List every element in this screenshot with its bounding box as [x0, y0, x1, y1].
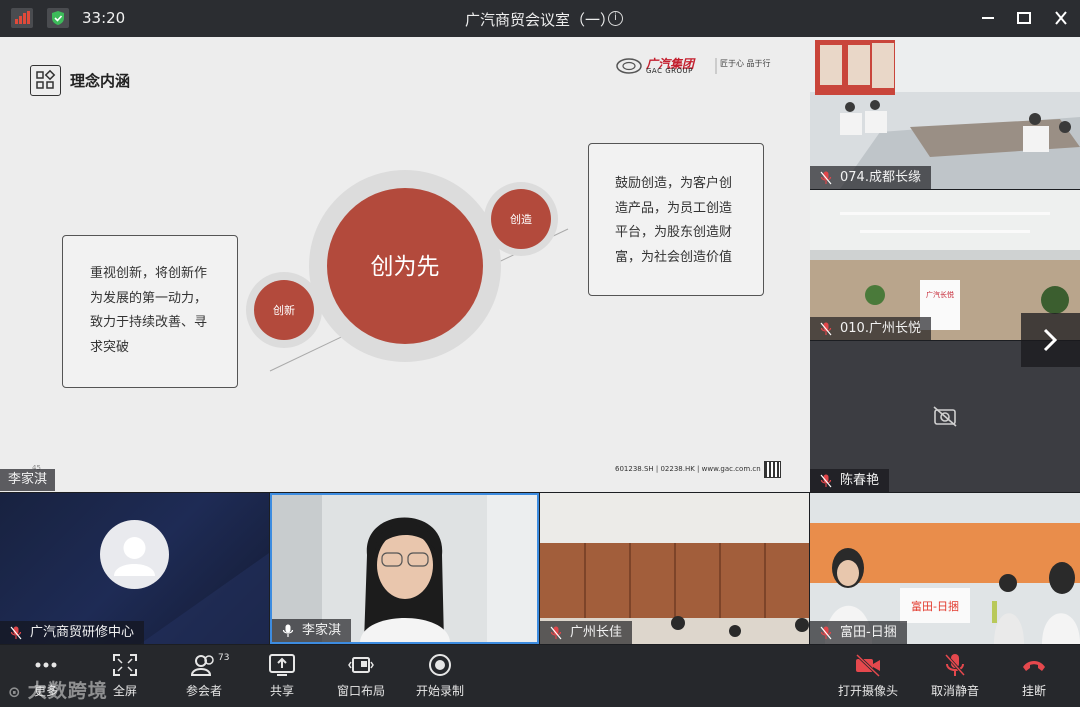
- unmute-label: 取消静音: [930, 684, 979, 698]
- window-layout-icon: [348, 657, 374, 673]
- participant-name-tag: 广汽商贸研修中心: [0, 621, 145, 644]
- watermark: ⊙ 大数跨境: [8, 680, 108, 702]
- participant-name: 010.广州长悦: [840, 321, 921, 336]
- info-icon[interactable]: i: [608, 11, 623, 26]
- share-button[interactable]: 共享: [242, 645, 322, 707]
- qr-code-icon: [764, 461, 781, 478]
- participants-button[interactable]: 参会者: [164, 645, 244, 707]
- mic-active-icon: [282, 624, 294, 637]
- participant-name-tag: 010.广州长悦: [810, 317, 931, 340]
- center-circle-label: 创为先: [371, 254, 440, 280]
- participants-icon: [191, 655, 214, 676]
- avatar: [100, 520, 169, 589]
- participants-label: 参会者: [185, 684, 222, 698]
- video-tile[interactable]: 广汽商贸研修中心: [0, 493, 269, 644]
- hangup-button[interactable]: 挂断: [994, 645, 1074, 707]
- watermark-text: 大数跨境: [27, 680, 108, 702]
- layout-label: 窗口布局: [336, 684, 385, 698]
- mic-muted-icon: [944, 653, 966, 677]
- participant-name: 李家淇: [302, 623, 342, 638]
- maximize-button[interactable]: [1013, 8, 1035, 28]
- video-tile[interactable]: 074.成都长缘: [810, 37, 1080, 189]
- participant-name: 074.成都长缘: [840, 170, 921, 185]
- mic-muted-icon: [10, 626, 22, 640]
- participant-name: 广州长佳: [570, 625, 623, 640]
- participant-name-tag: 富田-日捆: [810, 621, 907, 644]
- participants-count: 73: [218, 653, 230, 663]
- shared-screen[interactable]: 理念内涵 广汽集团 GAC GROUP 匠于心 品于行 创为先 创新 创造 重视…: [0, 37, 810, 492]
- close-button[interactable]: [1050, 8, 1072, 28]
- mic-muted-icon: [820, 322, 832, 336]
- camera-toggle-button[interactable]: 打开摄像头: [828, 645, 908, 707]
- record-label: 开始录制: [415, 684, 464, 698]
- participant-name-tag: 陈春艳: [810, 469, 890, 492]
- mic-muted-icon: [820, 626, 832, 640]
- next-page-button[interactable]: [1021, 313, 1080, 367]
- record-icon: [429, 654, 451, 676]
- minimize-button[interactable]: [977, 8, 999, 28]
- participant-name-tag: 074.成都长缘: [810, 166, 931, 189]
- right-circle-label: 创造: [510, 212, 532, 226]
- share-screen-icon: [269, 654, 295, 676]
- record-button[interactable]: 开始录制: [400, 645, 480, 707]
- mic-muted-icon: [820, 171, 832, 185]
- more-dots-icon: [35, 662, 57, 668]
- innovation-textbox: 重视创新，将创新作为发展的第一动力，致力于持续改善、寻求突破: [62, 235, 238, 388]
- camera-off-icon: [933, 406, 957, 427]
- video-tile-active-speaker[interactable]: 李家淇: [270, 493, 539, 644]
- meeting-title: 广汽商贸会议室（一）: [464, 11, 615, 29]
- meeting-window: 33:20 广汽商贸会议室（一） i 理念内涵 广汽集团 GAC GROUP 匠…: [0, 0, 1080, 707]
- participant-name: 广汽商贸研修中心: [30, 625, 135, 640]
- participant-name-tag: 广州长佳: [540, 621, 633, 644]
- mic-muted-icon: [550, 626, 562, 640]
- camera-off-icon: [855, 653, 881, 677]
- participant-name: 陈春艳: [840, 473, 880, 488]
- svg-text:广汽长悦: 广汽长悦: [926, 290, 954, 299]
- participant-name: 富田-日捆: [840, 625, 897, 640]
- participant-name-tag: 李家淇: [272, 619, 352, 642]
- hangup-label: 挂断: [1021, 684, 1046, 698]
- hangup-phone-icon: [1023, 661, 1045, 671]
- title-bar: 33:20 广汽商贸会议室（一） i: [0, 0, 1080, 37]
- share-label: 共享: [269, 684, 294, 698]
- svg-text:富田-日捆: 富田-日捆: [911, 599, 959, 613]
- mic-muted-icon: [820, 474, 832, 488]
- camera-label: 打开摄像头: [837, 684, 898, 698]
- left-circle-label: 创新: [273, 303, 295, 317]
- video-tile[interactable]: 富田-日捆 富田-日捆: [810, 493, 1080, 644]
- creation-textbox: 鼓励创造，为客户创造产品，为员工创造平台，为股东创造财富，为社会创造价值: [588, 143, 764, 296]
- chevron-right-icon: [1043, 328, 1058, 352]
- slide-footer: 601238.SH | 02238.HK | www.gac.com.cn: [615, 465, 761, 473]
- fullscreen-icon: [113, 654, 137, 676]
- bottom-toolbar: 更多 全屏 参会者 73 共享 窗口布局 开始录制 打开摄像头 取消静音 挂断: [0, 645, 1080, 707]
- video-tile[interactable]: 广州长佳: [540, 493, 809, 644]
- presenter-name-tag: 李家淇: [0, 469, 56, 491]
- unmute-button[interactable]: 取消静音: [915, 645, 995, 707]
- layout-button[interactable]: 窗口布局: [321, 645, 401, 707]
